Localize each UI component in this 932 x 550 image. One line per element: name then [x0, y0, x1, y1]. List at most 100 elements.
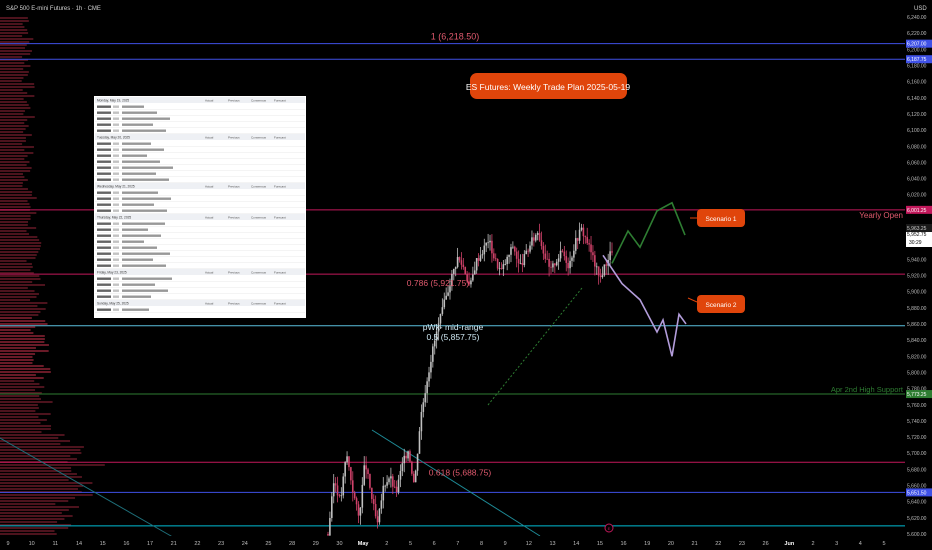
y-tick-label: 6,200.00	[907, 47, 927, 53]
volume-bar	[0, 29, 28, 31]
volume-bar	[0, 332, 34, 334]
volume-bar	[0, 299, 31, 301]
candle-body	[372, 499, 375, 505]
x-tick-label: 5	[409, 541, 412, 547]
calendar-row-time	[97, 105, 111, 108]
candle-body	[447, 292, 449, 296]
volume-bar	[0, 353, 36, 355]
trade-plan-banner[interactable]: ES Futures: Weekly Trade Plan 2025-05-19	[466, 73, 631, 99]
calendar-row-event	[122, 123, 153, 126]
candle-body	[506, 256, 508, 265]
candle-body	[498, 268, 501, 270]
volume-bar	[0, 338, 45, 340]
calendar-row-event	[122, 246, 157, 249]
calendar-row-time	[97, 289, 111, 292]
y-tick-label: 6,060.00	[907, 160, 927, 166]
volume-bar	[0, 83, 35, 85]
volume-bar	[0, 488, 78, 490]
candle-body	[611, 251, 613, 253]
volume-bar	[0, 515, 73, 517]
candle-body	[519, 263, 522, 264]
volume-bar	[0, 242, 42, 244]
calendar-row-event	[122, 209, 167, 212]
volume-bar	[0, 122, 25, 124]
calendar-row-time	[97, 258, 111, 261]
candle-body	[521, 263, 524, 266]
calendar-row-time	[97, 142, 111, 145]
trading-chart[interactable]: 1 (6,218.50) Yearly Open 0.786 (5,921.75) p…	[0, 0, 932, 550]
volume-bar	[0, 440, 71, 442]
calendar-row-flag	[113, 258, 119, 261]
calendar-row-flag	[113, 222, 119, 225]
y-tick-label: 5,940.00	[907, 257, 927, 263]
volume-bar	[0, 428, 51, 430]
x-tick-label: Jun	[784, 541, 794, 547]
candle-body	[517, 258, 520, 264]
calendar-row-flag	[113, 160, 119, 163]
calendar-row-time	[97, 154, 111, 157]
volume-bar	[0, 176, 25, 178]
calendar-row-event	[122, 252, 170, 255]
calendar-column-header: Consensus	[251, 302, 267, 306]
candle-body	[559, 250, 562, 259]
candle-body	[393, 486, 396, 488]
candle-body	[597, 266, 600, 276]
volume-bar	[0, 287, 28, 289]
candle-body	[571, 257, 573, 261]
volume-bar	[0, 128, 26, 130]
volume-bar	[0, 266, 33, 268]
volume-bar	[0, 473, 77, 475]
level-tag-text: 5,773.25	[907, 392, 927, 398]
scenario-1-callout[interactable]: Scenario 1	[697, 209, 745, 227]
volume-bar	[0, 401, 53, 403]
scenario-2-callout[interactable]: Scenario 2	[697, 295, 745, 313]
volume-bar	[0, 197, 37, 199]
candle-body	[390, 476, 392, 479]
y-tick-label: 5,820.00	[907, 354, 927, 360]
calendar-column-header: Consensus	[251, 136, 267, 140]
volume-bar	[0, 455, 71, 457]
bar-countdown: 30:29	[909, 240, 922, 246]
symbol-title: S&P 500 E-mini Futures · 1h · CME	[6, 6, 101, 12]
volume-bar	[0, 323, 48, 325]
candle-body	[342, 476, 345, 496]
y-tick-label: 6,080.00	[907, 144, 927, 150]
calendar-row-flag	[113, 240, 119, 243]
candle-body	[578, 229, 581, 241]
volume-bar	[0, 350, 49, 352]
calendar-row-flag	[113, 123, 119, 126]
volume-bar	[0, 239, 40, 241]
level-tag-text: 6,187.75	[907, 57, 927, 63]
x-tick-label: 22	[715, 541, 721, 547]
level-label-apr-2nd-high: Apr 2nd High Support	[831, 385, 904, 394]
candle-body	[512, 246, 514, 248]
volume-bar	[0, 149, 25, 151]
volume-bar	[0, 98, 24, 100]
candle-body	[376, 516, 379, 523]
candle-body	[472, 274, 474, 281]
candle-body	[569, 260, 571, 269]
candle-body	[557, 258, 560, 262]
volume-bar	[0, 377, 44, 379]
x-tick-label: 29	[313, 541, 319, 547]
candle-body	[536, 233, 539, 235]
candle-body	[422, 402, 425, 412]
candle-body	[414, 470, 417, 483]
calendar-row-flag	[113, 129, 119, 132]
volume-bar	[0, 56, 23, 58]
candle-body	[403, 455, 406, 464]
candle-body	[502, 264, 505, 269]
volume-bar	[0, 368, 51, 370]
banner-text: ES Futures: Weekly Trade Plan 2025-05-19	[466, 82, 631, 92]
candle-body	[529, 245, 531, 252]
candle-body	[496, 258, 499, 269]
calendar-row-event	[122, 228, 148, 231]
volume-bar	[0, 398, 41, 400]
candle-body	[599, 275, 602, 278]
volume-bar	[0, 173, 23, 175]
volume-bar	[0, 200, 28, 202]
volume-bar	[0, 449, 81, 451]
calendar-row-time	[97, 178, 111, 181]
calendar-column-header: Actual	[205, 136, 214, 140]
candle-body	[346, 456, 348, 463]
